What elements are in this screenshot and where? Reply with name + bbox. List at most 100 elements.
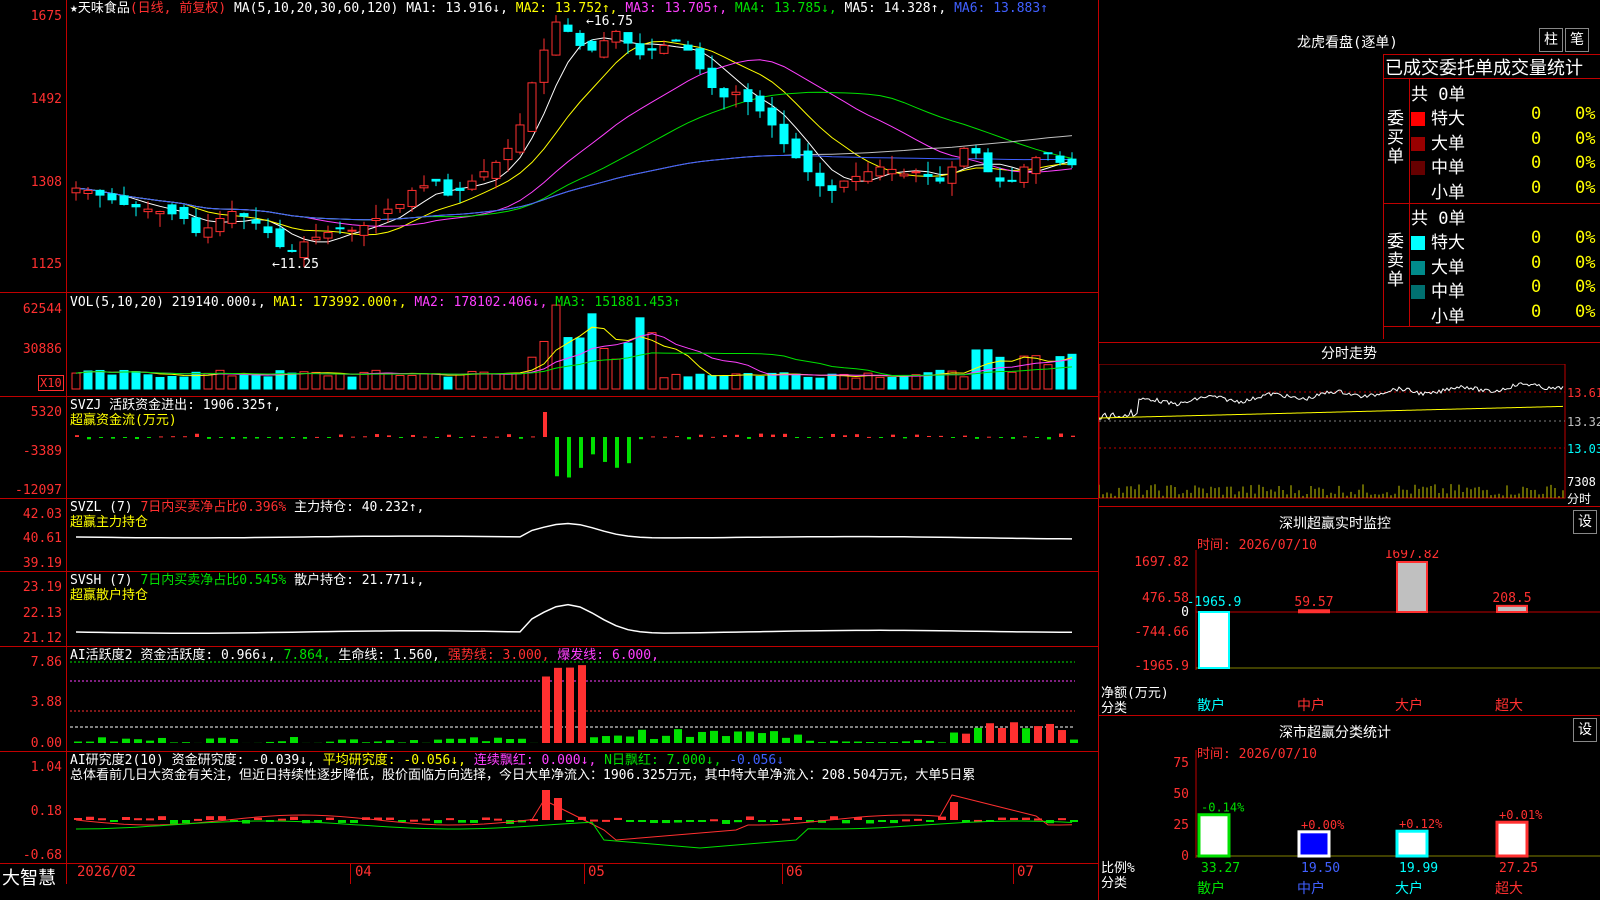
research-bar: [866, 820, 874, 824]
activity-bar: [446, 738, 454, 743]
research-bar: [734, 820, 742, 823]
vol-unit: X10: [38, 375, 64, 391]
activity-bar: [434, 739, 442, 743]
volume-panel[interactable]: 62544 30886 X10 VOL(5,10,20) 219140.000↓…: [0, 293, 1098, 397]
activity-bar: [494, 737, 502, 743]
volume-bar: [179, 376, 189, 390]
flow-bar: [411, 434, 415, 437]
flow-bar: [303, 437, 307, 439]
candlestick-chart[interactable]: [0, 0, 1098, 292]
order-count: 0: [1531, 128, 1542, 149]
intraday-chart[interactable]: [1099, 364, 1600, 504]
candle-body: [263, 226, 273, 234]
order-pct: 0%: [1575, 301, 1596, 322]
flow-bar: [315, 436, 319, 438]
volume-bar: [515, 372, 525, 390]
activity-bar: [818, 742, 826, 743]
candle-body: [731, 91, 741, 96]
activity-bar: [470, 737, 478, 743]
volume-bar: [599, 347, 609, 390]
research-bar: [86, 816, 94, 820]
research-bar: [566, 820, 574, 822]
bar-toggle-button[interactable]: 柱: [1539, 28, 1563, 52]
star-icon[interactable]: ★: [70, 1, 78, 16]
activity-bar: [938, 742, 946, 743]
retail-tick: 22.13: [22, 606, 62, 621]
research-bar: [170, 820, 178, 824]
order-stats-tabs[interactable]: 已成交委托单成交量统计: [1385, 54, 1600, 80]
volume-bar: [95, 369, 105, 390]
brand-logo[interactable]: 大智慧: [2, 864, 56, 890]
research-panel[interactable]: 1.04 0.18 -0.68 AI研究度2(10) 资金研究度: -0.039…: [0, 752, 1098, 864]
intraday-tick: 13.03: [1567, 442, 1600, 456]
candle-body: [707, 67, 717, 89]
research-bar: [458, 820, 466, 823]
research-bar: [842, 820, 850, 824]
candle-body: [575, 32, 585, 46]
research-bar: [134, 818, 142, 821]
flow-bar: [939, 435, 943, 437]
flow-bar: [183, 436, 187, 438]
volume-bar: [239, 374, 249, 390]
price-panel[interactable]: 1675 1492 1308 1125 ★天味食品(日线, 前复权) MA(5,…: [0, 0, 1098, 293]
activity-bar: [182, 742, 190, 743]
volume-bar: [803, 376, 813, 390]
candle-body: [83, 189, 93, 194]
flow-bar: [603, 437, 607, 462]
activity-panel[interactable]: 7.86 3.88 0.00 AI活跃度2 资金活跃度: 0.966↓, 7.8…: [0, 647, 1098, 752]
retail-hold-panel[interactable]: 23.19 22.13 21.12 SVSH (7) 7日内买卖净占比0.545…: [0, 572, 1098, 647]
tick-toggle-button[interactable]: 笔: [1565, 28, 1589, 52]
research-bar: [590, 819, 598, 822]
class-ratio-bar-chart[interactable]: 75 50 25 0 -0.14% 33.27 散户 +0.00% 19.50 中户 +0.12% 1…: [1099, 750, 1600, 900]
research-bar: [638, 820, 646, 822]
candle-body: [611, 30, 621, 43]
research-avg-line: [75, 820, 1073, 849]
sz-net-bar-chart[interactable]: 1697.82476.580-744.66-1965.9-1965.9散户59.…: [1099, 550, 1600, 740]
candle-body: [527, 82, 537, 132]
activity-bar: [962, 733, 970, 743]
candle-body: [191, 217, 201, 234]
sz-cat-label: 分类: [1101, 701, 1128, 716]
activity-bar: [1046, 723, 1054, 743]
flow-bar: [231, 437, 235, 439]
class-category: 中户: [1297, 880, 1325, 897]
sz-settings-button[interactable]: 设: [1573, 510, 1597, 534]
flow-bar: [375, 434, 379, 437]
activity-bar: [518, 738, 526, 743]
ma-params: MA(5,10,20,30,60,120): [233, 1, 399, 16]
class-value-label: 27.25: [1499, 861, 1538, 876]
candle-body: [443, 179, 453, 196]
stock-name[interactable]: 天味食品: [78, 1, 130, 16]
sz-net-bar: [1496, 604, 1528, 613]
flow-bar: [891, 434, 895, 437]
activity-bar: [326, 741, 334, 743]
right-panel: 龙虎看盘(逐单) 柱 笔 已成交委托单成交量统计 委买单 共 0单 特大 0 0% 大…: [1099, 0, 1600, 900]
flow-bar: [663, 436, 667, 438]
activity-bar: [782, 737, 790, 743]
class-settings-button[interactable]: 设: [1573, 718, 1597, 742]
price-legend: ★天味食品(日线, 前复权) MA(5,10,20,30,60,120) MA1…: [70, 1, 1048, 16]
main-hold-panel[interactable]: 42.03 40.61 39.19 SVZL (7) 7日内买卖净占比0.396…: [0, 499, 1098, 572]
vol-legend: VOL(5,10,20) 219140.000↓, MA1: 173992.00…: [70, 295, 681, 310]
order-count: 0: [1531, 301, 1542, 322]
activity-bar: [170, 742, 178, 743]
activity-bar: [1058, 730, 1066, 743]
research-bar: [998, 817, 1006, 820]
research-bar: [890, 820, 898, 824]
volume-bar: [743, 373, 753, 390]
flow-tick: -12097: [15, 483, 62, 498]
candle-body: [119, 195, 129, 205]
volume-bar: [695, 373, 705, 390]
flow-bar: [423, 436, 427, 438]
activity-bar: [542, 676, 550, 743]
candle-body: [719, 88, 729, 98]
activity-bar: [362, 742, 370, 743]
order-pct: 0%: [1575, 277, 1596, 297]
price-tick: 1308: [30, 175, 62, 190]
volume-bar: [323, 375, 333, 390]
fund-flow-panel[interactable]: 5320 -3389 -12097 SVZJ 活跃资金进出: 1906.325↑…: [0, 397, 1098, 499]
flow-bar: [999, 437, 1003, 438]
period-mode[interactable]: (日线, 前复权): [130, 1, 226, 16]
volume-bar: [71, 372, 81, 390]
candle-body: [815, 172, 825, 187]
